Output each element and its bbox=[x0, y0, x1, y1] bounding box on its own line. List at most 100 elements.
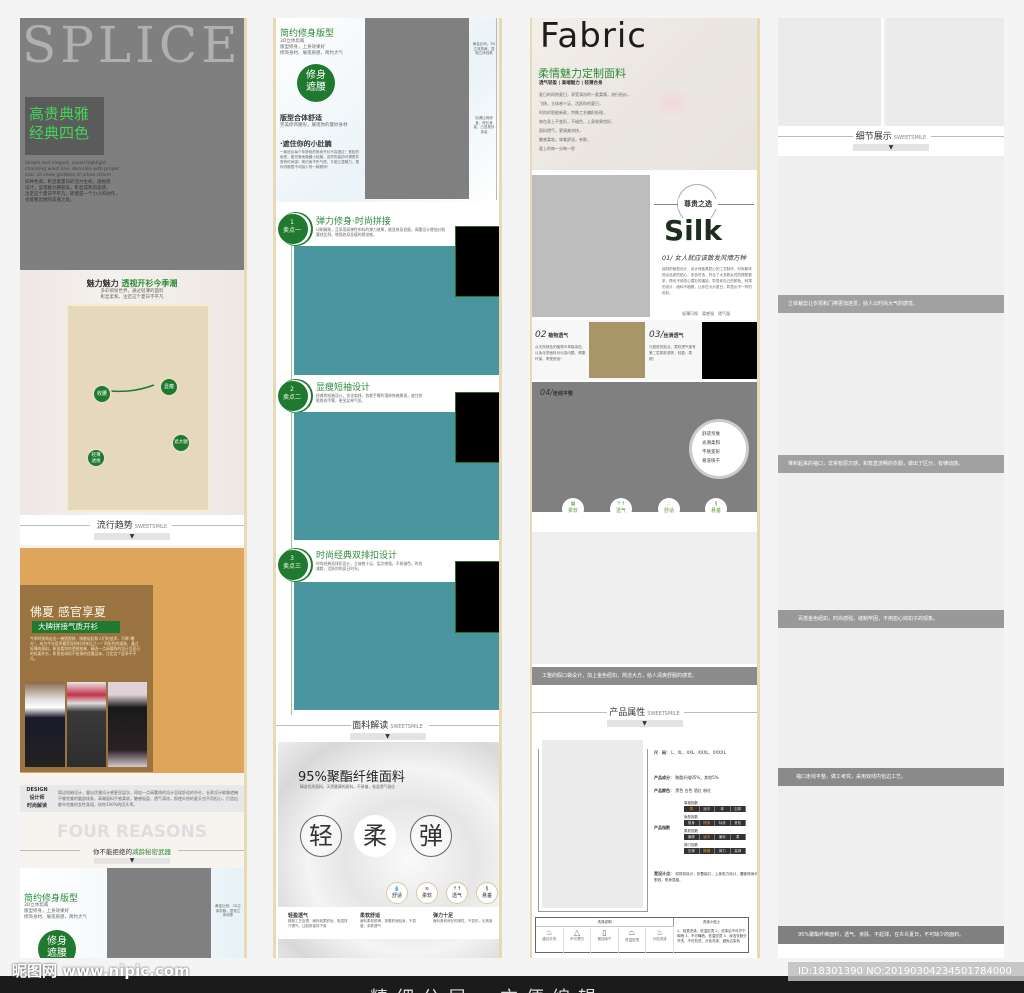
section-title-trend: 流行趋势 SWEETSMILE ▼ bbox=[20, 515, 244, 545]
wash-icon: ▯ 悬挂晾干 bbox=[591, 928, 619, 953]
summer-box: 佛夏 感官享夏 大牌拼接气质开衫 今季时装周走出一袭透视装，随着轻松和人们的追求… bbox=[20, 585, 153, 772]
p03-text: 与肌肤的贴合，柔软透气度有第二层肌肤感受，轻盈、柔顺！ bbox=[649, 345, 696, 361]
point-badge-2: 2 卖点二 bbox=[278, 381, 308, 411]
attr-value: L、XL、XXL、XXXL、XXXXL bbox=[671, 750, 726, 755]
wash-table: 洗涤说明 洗涤小贴士 ♨ 建议手洗 △ 不可漂白 ▯ 悬挂晾干 ⏢ 低温熨烫 ♨ 分色洗涤 1、轻… bbox=[535, 917, 749, 953]
watermark-logo-text: 昵图网 bbox=[12, 962, 58, 980]
feature-text: 面料柔软顺滑，穿着舒适贴身，不易皱，亲肤透气 bbox=[360, 919, 416, 928]
wash-icon-label: 低温熨烫 bbox=[625, 938, 640, 942]
icon-drape: § 悬垂 bbox=[476, 882, 498, 904]
attributes-title: 产品属性 bbox=[609, 708, 646, 718]
index-scale: 版型指数 紧身 修身 标准 宽松 bbox=[684, 815, 746, 826]
slim-preview: 简约修身版型 3D立体剪裁 版型修身，上身效果好 修饰身材、展现质感，简约大气 修身… bbox=[20, 868, 244, 958]
check-item: 柔感强 bbox=[702, 311, 714, 316]
attr-key: 尺 码： bbox=[654, 750, 670, 755]
hero-en-text: Simple and elegant, visual highlight cha… bbox=[25, 161, 120, 178]
wash-glyph-icon: ⏢ bbox=[628, 928, 636, 937]
p03-heading: 03/丝滑透气 bbox=[649, 330, 684, 340]
icon-drape: § 悬垂 bbox=[705, 498, 727, 520]
fabric-title: 柔情魅力定制面料 bbox=[538, 67, 626, 80]
char-light: 轻 bbox=[300, 815, 342, 857]
index-option: 适中 bbox=[700, 806, 715, 812]
wash-icon: △ 不可漂白 bbox=[564, 928, 592, 953]
wash-icon: ⏢ 低温熨烫 bbox=[619, 928, 647, 953]
bottom-spacer bbox=[778, 944, 1004, 958]
circle-item: 舒适亲肤 bbox=[702, 432, 720, 437]
index-option: 标准 bbox=[715, 820, 731, 826]
hero-title-box: 高贵典雅 经典四色 bbox=[25, 97, 104, 155]
point-number: 1 bbox=[290, 219, 294, 226]
badge-slim: 显瘦 bbox=[159, 377, 179, 397]
index-option: 偏软 bbox=[715, 834, 731, 840]
slim-badge-line: 修身 bbox=[306, 70, 326, 81]
index-option: 修身 bbox=[700, 820, 715, 826]
index-option: 微弹 bbox=[700, 848, 715, 854]
fabric-line: 触感柔软，穿着舒适，亲肤， bbox=[539, 137, 591, 142]
icon-comfort: 💧 舒适 bbox=[386, 882, 408, 904]
point-number: 2 bbox=[290, 386, 294, 393]
feature-1: 轻盈透气 精致工艺处理，面料轻柔舒适，吸湿排汗透气，让肌肤保持干爽 bbox=[288, 912, 348, 928]
badge-thigh: 遮大腿 bbox=[171, 433, 191, 453]
wash-icon: ♨ 建议手洗 bbox=[536, 928, 564, 953]
design-text: 简洁短袖设计，露出优雅设计感更显层次，再加一点高腰线的设计呈现舒适的外衫，长款设… bbox=[58, 790, 238, 807]
point-inset-1 bbox=[455, 226, 499, 297]
slim-text: 3D立体剪裁 版型修身，上身效果好 修饰身材、展现质感，简约大气 bbox=[24, 903, 87, 921]
slim-badge-line: 修身 bbox=[47, 936, 67, 947]
divider bbox=[496, 18, 497, 200]
column-1: SPLICE 高贵典雅 经典四色 Simple and elegant, vis… bbox=[20, 18, 247, 958]
icon-softness: ▦ 柔软 bbox=[562, 498, 584, 520]
index-option: 厚 bbox=[715, 806, 731, 812]
attr-key: 产品指数 bbox=[654, 825, 670, 830]
detail-caption-3: 百搭金色纽扣，时尚感强，缝制牢固，不用担心掉扣子的现象。 bbox=[778, 610, 1004, 628]
expand-arrow-button[interactable]: ▼ bbox=[853, 144, 929, 151]
icon-label: 舒适 bbox=[663, 508, 674, 514]
four-reasons: FOUR REASONS bbox=[57, 822, 207, 842]
point-inset-2 bbox=[455, 392, 499, 463]
charm-sub: 多彩缤纷世界，通过轻薄的面料 彰显柔和，注定这个夏日不平凡 bbox=[20, 289, 244, 301]
slim-title: 简约修身版型 bbox=[280, 29, 335, 39]
attr-design: 宽设计点： 双排扣设计，折叠袖口，上身张力设计，腰部修身切割线，修身显瘦。 bbox=[654, 871, 757, 883]
charm-title: 魅力魅力 透视开衫今季潮 bbox=[20, 278, 244, 289]
charm-card: 收腰 显瘦 遮大腿 轻薄透视 bbox=[66, 304, 210, 512]
index-option: 加厚 bbox=[731, 806, 746, 812]
hero-title-2: 经典四色 bbox=[29, 124, 90, 142]
wash-icon-label: 不可漂白 bbox=[569, 937, 584, 941]
silk-image bbox=[532, 175, 650, 317]
model-photo-3 bbox=[108, 682, 147, 767]
four-sub-b: 减龄秘密武器 bbox=[132, 848, 171, 856]
wash-glyph-icon: △ bbox=[573, 928, 580, 937]
p03-label: 丝滑透气 bbox=[663, 333, 684, 339]
icon-label: 柔软 bbox=[567, 508, 578, 514]
fabric-text: 夏日的闷热夏日，享受清凉的一夏柔情，流行低纱， 飞扬，立体感十足，活跃你的夏日， 时… bbox=[539, 90, 631, 153]
icon-label: 舒适 bbox=[391, 893, 402, 899]
attr-color: 产品颜色： 黑色 白色 酒红 粉红 bbox=[654, 788, 711, 794]
summer-text: 今季时装周走出一袭透视装，随着轻松和人们的追求，不断“曝光”，成为今年夏季最受宠… bbox=[30, 636, 141, 661]
summer-title: 佛夏 感官享夏 bbox=[30, 605, 106, 619]
wash-glyph-icon: ♨ bbox=[545, 928, 553, 937]
fabric-photo: 95%聚酯纤维面料 精选优质面料，天然健康的面料，不易皱，吸湿透气极佳 轻 柔 … bbox=[278, 742, 499, 958]
sweetsmile-label: SWEETSMILE bbox=[893, 135, 927, 141]
slim-badge: 修身 遮腰 bbox=[38, 930, 76, 958]
point-inset-3 bbox=[455, 561, 499, 633]
expand-arrow-button[interactable]: ▼ bbox=[606, 720, 683, 727]
silk-subtitle: 01/ 女人就应该散发风情万种 bbox=[662, 254, 747, 262]
attr-key: 产品颜色： bbox=[654, 788, 674, 793]
icon-label: 悬垂 bbox=[481, 893, 492, 899]
icon-comfort: ∴ 舒适 bbox=[658, 498, 680, 520]
index-scale: 柔软指数 偏硬 适中 偏软柔 bbox=[684, 829, 746, 840]
summer-section: 佛夏 感官享夏 大牌拼接气质开衫 今季时装周走出一袭透视装，随着轻松和人们的追求… bbox=[20, 548, 244, 773]
summer-sub: 大牌拼接气质开衫 bbox=[32, 621, 120, 633]
expand-arrow-button[interactable]: ▼ bbox=[349, 733, 426, 740]
char-soft: 柔 bbox=[354, 815, 396, 857]
index-option: 高弹 bbox=[731, 848, 746, 854]
fabric-word: Fabric bbox=[540, 18, 647, 56]
silk-checks: 轻薄可视 柔感强 透气强 bbox=[682, 311, 730, 317]
sweetsmile-label: SWEETSMILE bbox=[647, 711, 680, 717]
design-bar: DESIGN 设计师 时尚解读 简洁短袖设计，露出优雅设计感更显层次，再加一点高腰线… bbox=[20, 785, 244, 812]
noble-label: 尊贵之选 bbox=[678, 199, 718, 209]
point-number: 3 bbox=[290, 555, 294, 562]
p04-heading: 04/走线平整 bbox=[540, 388, 573, 397]
charm-title-b: 透视开衫 bbox=[121, 279, 154, 288]
expand-arrow-button[interactable]: ▼ bbox=[94, 533, 170, 540]
fabric-tags: 透气轻盈 | 高端魅力 | 轻薄合身 bbox=[539, 81, 603, 86]
